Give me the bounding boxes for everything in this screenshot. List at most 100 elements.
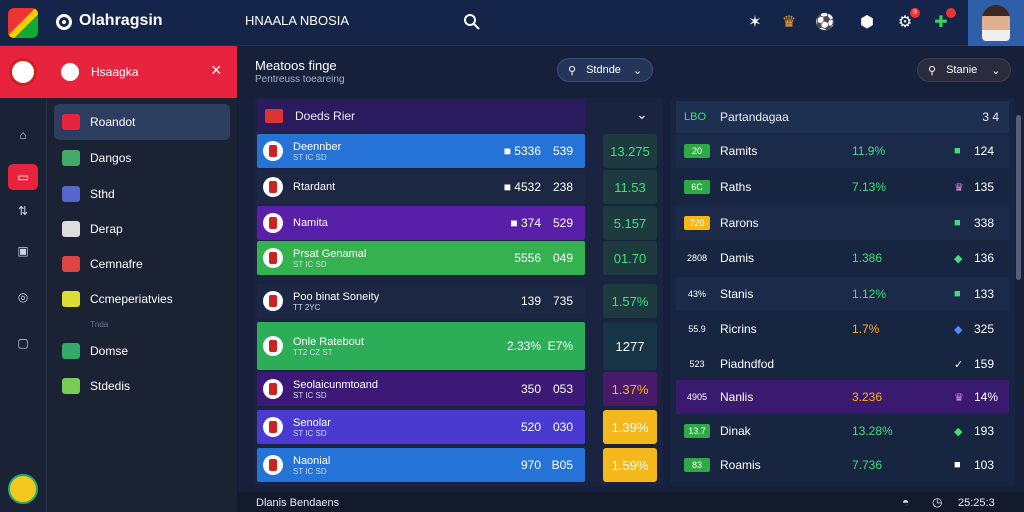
club-crest-icon[interactable] [9,58,37,86]
row-percentage: 1.12% [852,287,887,301]
crest-icon [61,63,79,81]
headset-icon[interactable]: ◓ [902,495,909,509]
footer-label: Dlanis Bendaens [256,497,340,509]
row-tag: 20 [684,144,710,158]
sidebar-item-5[interactable]: Ccmeperiatvies [54,281,230,317]
sidebar-item-4[interactable]: Cemnafre [54,246,230,282]
chevron-down-icon: ⌄ [991,64,1001,77]
stats-header-title: Partandagaa [720,110,789,124]
sidebar-item-label: Roandot [90,115,136,129]
row-name: Piadndfod [720,357,775,371]
sidebar-item-0[interactable]: Roandot [54,104,230,140]
team-name: Naonial [293,454,331,467]
chevron-down-icon[interactable]: ⌄ [636,106,648,123]
list-item[interactable]: 720 Rarons ■ 338 [676,206,1009,240]
soccer-icon[interactable]: ⚽ [814,11,836,33]
app-logo[interactable] [8,8,38,38]
table-row[interactable]: Onle Ratebout TT2 CZ ST 2.33% E7% [257,322,585,370]
sidebar-header: Hsaagka × [47,46,237,98]
sidebar-item-label: Ccmeperiatvies [90,292,173,306]
gear-icon[interactable]: ⬢ [856,11,878,33]
list-item[interactable]: 55.9 Ricrins 1.7% ◆ 325 [676,312,1009,346]
row-percentage: 7.736 [852,458,883,472]
sidebar-item-7[interactable]: Stdedis [54,368,230,404]
stat-points: B05 [551,458,573,472]
item-icon [62,150,80,166]
square-icon[interactable]: ▢ [8,330,38,356]
notification-badge: 9 [910,8,920,18]
list-item[interactable]: 13.7 Dinak 13.28% ◆ 193 [676,414,1009,448]
team-crest-icon [263,248,283,268]
row-status-icon: ◆ [954,323,963,336]
sidebar-item-2[interactable]: Sthd [54,176,230,212]
brand-icon [56,14,72,30]
dashboard-icon[interactable]: ▭ [8,164,38,190]
table-row[interactable]: Poo binat Soneity TT 2YC 139 735 [257,284,585,318]
table-row[interactable]: Namita ■ 374 529 [257,206,585,240]
home-icon[interactable]: ⌂ [8,122,38,148]
list-item[interactable]: 523 Piadndfod ✓ 159 [676,347,1009,381]
sidebar-item-1[interactable]: Dangos [54,140,230,176]
team-crest-icon [263,417,283,437]
row-value: 136 [974,251,995,265]
rating-box: 11.53 [603,170,657,204]
chart-icon[interactable]: ▣ [8,238,38,264]
team-name: Senolar [293,416,331,429]
stat-points: 539 [552,144,573,158]
avatar[interactable] [968,0,1024,46]
clock-icon: ◷ [932,495,943,509]
stat-points: 030 [552,420,573,434]
table-row[interactable]: Rtardant ■ 4532 238 [257,170,585,204]
row-name: Rarons [720,216,759,230]
row-name: Raths [720,180,752,194]
star-icon[interactable]: ✶ [744,11,766,33]
table-row[interactable]: Prsat Genamal ST IC SD 5556 049 [257,241,585,275]
team-meta: ST IC SD [293,428,327,438]
table-row[interactable]: Seolaicunmtoand ST IC SD 350 053 [257,372,585,406]
list-item[interactable]: 4905 Nanlis 3.236 ♛ 14% [676,380,1009,414]
filter-dropdown[interactable]: ⚲ Stdnde ⌄ [557,58,653,82]
close-icon[interactable]: × [211,60,222,81]
stat-points: 529 [552,216,573,230]
list-item[interactable]: 43% Stanis 1.12% ■ 133 [676,277,1009,311]
sort-dropdown[interactable]: ⚲ Stanie ⌄ [917,58,1011,82]
list-item[interactable]: 2808 Damis 1.386 ◆ 136 [676,241,1009,275]
list-item[interactable]: 20 Ramits 11.9% ■ 124 [676,134,1009,168]
search-icon: ⚲ [568,64,577,77]
stat-points: 049 [552,251,573,265]
search-icon[interactable] [462,12,482,32]
list-item[interactable]: 6C Raths 7.13% ♛ 135 [676,170,1009,204]
list-item[interactable]: 83 Roamis 7.736 ■ 103 [676,448,1009,482]
team-name: Seolaicunmtoand [293,378,379,391]
stat-value: 2.33% [506,339,541,353]
trophy-icon[interactable]: ♛ [778,11,800,33]
row-value: 14% [974,390,999,404]
row-tag: 720 [684,216,710,230]
sidebar-item-6[interactable]: Domse [54,333,230,369]
globe-icon[interactable]: ◎ [8,284,38,310]
sidebar-item-3[interactable]: Derap [54,211,230,247]
team-name: Namita [293,217,328,229]
sidebar-header-title: Hsaagka [91,65,139,79]
scrollbar[interactable] [1016,115,1021,280]
puzzle-badge [946,8,956,18]
sidebar-item-label: Sthd [90,187,115,201]
rating-box: 1277 [603,322,657,370]
team-crest-icon [263,379,283,399]
stat-value: ■ 4532 [503,180,541,194]
stat-points: 238 [552,180,573,194]
team-crest-icon [263,455,283,475]
row-status-icon: ■ [954,288,961,300]
team-meta: ST IC SD [293,152,327,162]
row-status-icon: ✓ [954,358,964,371]
team-meta: ST IC SD [293,390,327,400]
row-percentage: 13.28% [852,424,893,438]
row-value: 103 [974,458,995,472]
row-tag: 4905 [686,392,708,402]
arrows-icon[interactable]: ⇅ [8,198,38,224]
table-row[interactable]: Senolar ST IC SD 520 030 [257,410,585,444]
footer-time: 25:25:3 [958,497,995,509]
stat-value: 350 [520,382,541,396]
table-row[interactable]: Deennber ST IC SD ■ 5336 539 [257,134,585,168]
table-row[interactable]: Naonial ST IC SD 970 B05 [257,448,585,482]
